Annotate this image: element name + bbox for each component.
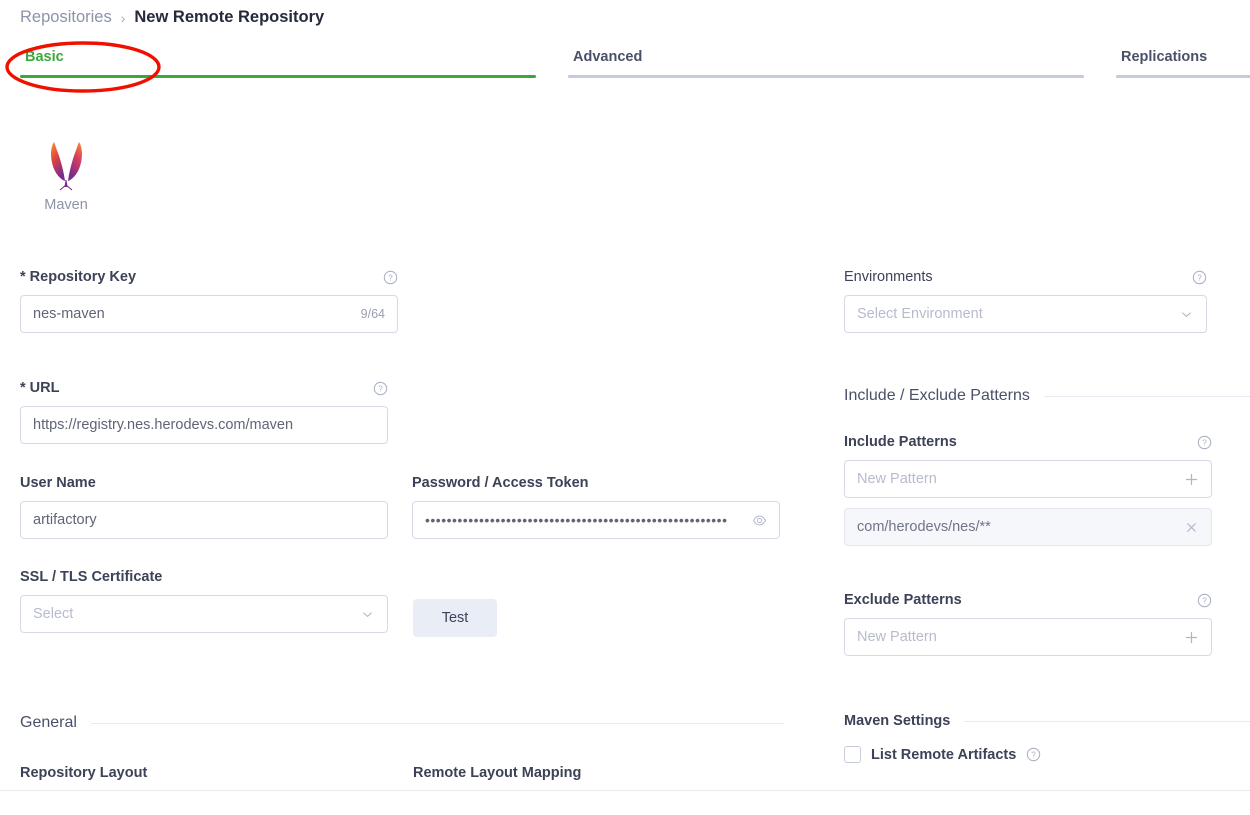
exclude-patterns-field: Exclude Patterns ? New Pattern [844,591,1212,656]
help-circle-icon[interactable]: ? [373,381,388,396]
tab-advanced-label: Advanced [568,48,1084,66]
url-label: * URL [20,379,59,397]
tab-advanced-underline [568,75,1084,78]
svg-text:?: ? [1032,751,1037,760]
tab-bar: Basic Advanced Replications [0,48,1250,84]
include-patterns-placeholder: New Pattern [857,471,1184,487]
remote-layout-mapping-label: Remote Layout Mapping [413,765,581,781]
url-field: * URL ? https://registry.nes.herodevs.co… [20,379,388,444]
svg-text:?: ? [1202,438,1207,447]
exclude-patterns-placeholder: New Pattern [857,629,1184,645]
list-remote-artifacts-label: List Remote Artifacts [871,747,1016,763]
general-section-header: General [20,714,784,732]
plus-icon[interactable] [1184,630,1199,645]
tab-basic-label: Basic [20,48,536,66]
patterns-section-header: Include / Exclude Patterns [844,387,1250,405]
repository-layout-label: Repository Layout [20,765,147,781]
url-input[interactable]: https://registry.nes.herodevs.com/maven [20,406,388,444]
password-input[interactable]: ••••••••••••••••••••••••••••••••••••••••… [412,501,780,539]
test-button[interactable]: Test [413,599,497,637]
page-title: New Remote Repository [134,8,324,27]
svg-text:?: ? [378,384,383,393]
patterns-section-title: Include / Exclude Patterns [844,387,1030,405]
repository-layout-field: Repository Layout [20,764,380,790]
tab-advanced[interactable]: Advanced [568,48,1084,66]
section-divider [1044,396,1250,397]
remote-layout-mapping-field: Remote Layout Mapping [413,764,773,790]
tab-basic-underline [20,75,536,78]
list-remote-artifacts-row[interactable]: List Remote Artifacts ? [844,746,1041,763]
password-label: Password / Access Token [412,474,589,492]
repository-key-label: * Repository Key [20,268,136,286]
ssl-certificate-select[interactable]: Select [20,595,388,633]
help-circle-icon[interactable]: ? [1197,593,1212,608]
environments-select[interactable]: Select Environment [844,295,1207,333]
breadcrumb-separator: › [121,10,126,26]
url-value: https://registry.nes.herodevs.com/maven [33,417,375,433]
maven-feather-icon [20,135,112,191]
svg-text:?: ? [1197,273,1202,282]
password-value: ••••••••••••••••••••••••••••••••••••••••… [425,512,752,528]
environments-placeholder: Select Environment [857,306,1179,322]
environments-field: Environments ? Select Environment [844,268,1207,333]
breadcrumb: Repositories › New Remote Repository [20,8,324,27]
help-circle-icon[interactable]: ? [1026,747,1041,762]
plus-icon[interactable] [1184,472,1199,487]
include-pattern-value: com/herodevs/nes/** [857,519,1184,535]
user-name-value: artifactory [33,512,375,528]
help-circle-icon[interactable]: ? [1192,270,1207,285]
chevron-down-icon[interactable] [1179,307,1194,322]
include-patterns-field: Include Patterns ? New Pattern com/herod… [844,433,1212,546]
new-remote-repository-page: Repositories › New Remote Repository Bas… [0,0,1250,815]
user-name-field: User Name artifactory [20,474,388,539]
list-remote-artifacts-checkbox[interactable] [844,746,861,763]
ssl-certificate-label: SSL / TLS Certificate [20,568,162,586]
section-divider [964,721,1250,722]
include-pattern-item[interactable]: com/herodevs/nes/** [844,508,1212,546]
chevron-down-icon[interactable] [360,607,375,622]
repository-key-counter: 9/64 [361,307,385,321]
exclude-patterns-input[interactable]: New Pattern [844,618,1212,656]
tab-replications-label: Replications [1116,48,1250,66]
help-circle-icon[interactable]: ? [1197,435,1212,450]
ssl-certificate-field: SSL / TLS Certificate Select [20,568,388,633]
close-icon[interactable] [1184,520,1199,535]
eye-icon[interactable] [752,513,767,528]
svg-text:?: ? [1202,596,1207,605]
user-name-input[interactable]: artifactory [20,501,388,539]
include-patterns-input[interactable]: New Pattern [844,460,1212,498]
exclude-patterns-label: Exclude Patterns [844,591,962,609]
user-name-label: User Name [20,474,96,492]
breadcrumb-repositories-link[interactable]: Repositories [20,8,112,27]
repository-key-field: * Repository Key ? nes-maven 9/64 [20,268,398,333]
help-circle-icon[interactable]: ? [383,270,398,285]
repository-key-input[interactable]: nes-maven 9/64 [20,295,398,333]
package-type-label: Maven [20,197,112,213]
password-field: Password / Access Token ••••••••••••••••… [412,474,780,539]
maven-settings-section-header: Maven Settings [844,713,1250,729]
svg-text:?: ? [388,273,393,282]
ssl-certificate-placeholder: Select [33,606,360,622]
tab-replications-underline [1116,75,1250,78]
general-section-title: General [20,714,77,732]
package-type-maven: Maven [20,135,112,213]
include-patterns-label: Include Patterns [844,433,957,451]
tab-basic[interactable]: Basic [20,48,536,66]
tab-replications[interactable]: Replications [1116,48,1250,66]
footer-divider [0,790,1250,791]
maven-settings-section-title: Maven Settings [844,713,950,729]
repository-key-value: nes-maven [33,306,353,322]
section-divider [91,723,784,724]
environments-label: Environments [844,268,933,286]
